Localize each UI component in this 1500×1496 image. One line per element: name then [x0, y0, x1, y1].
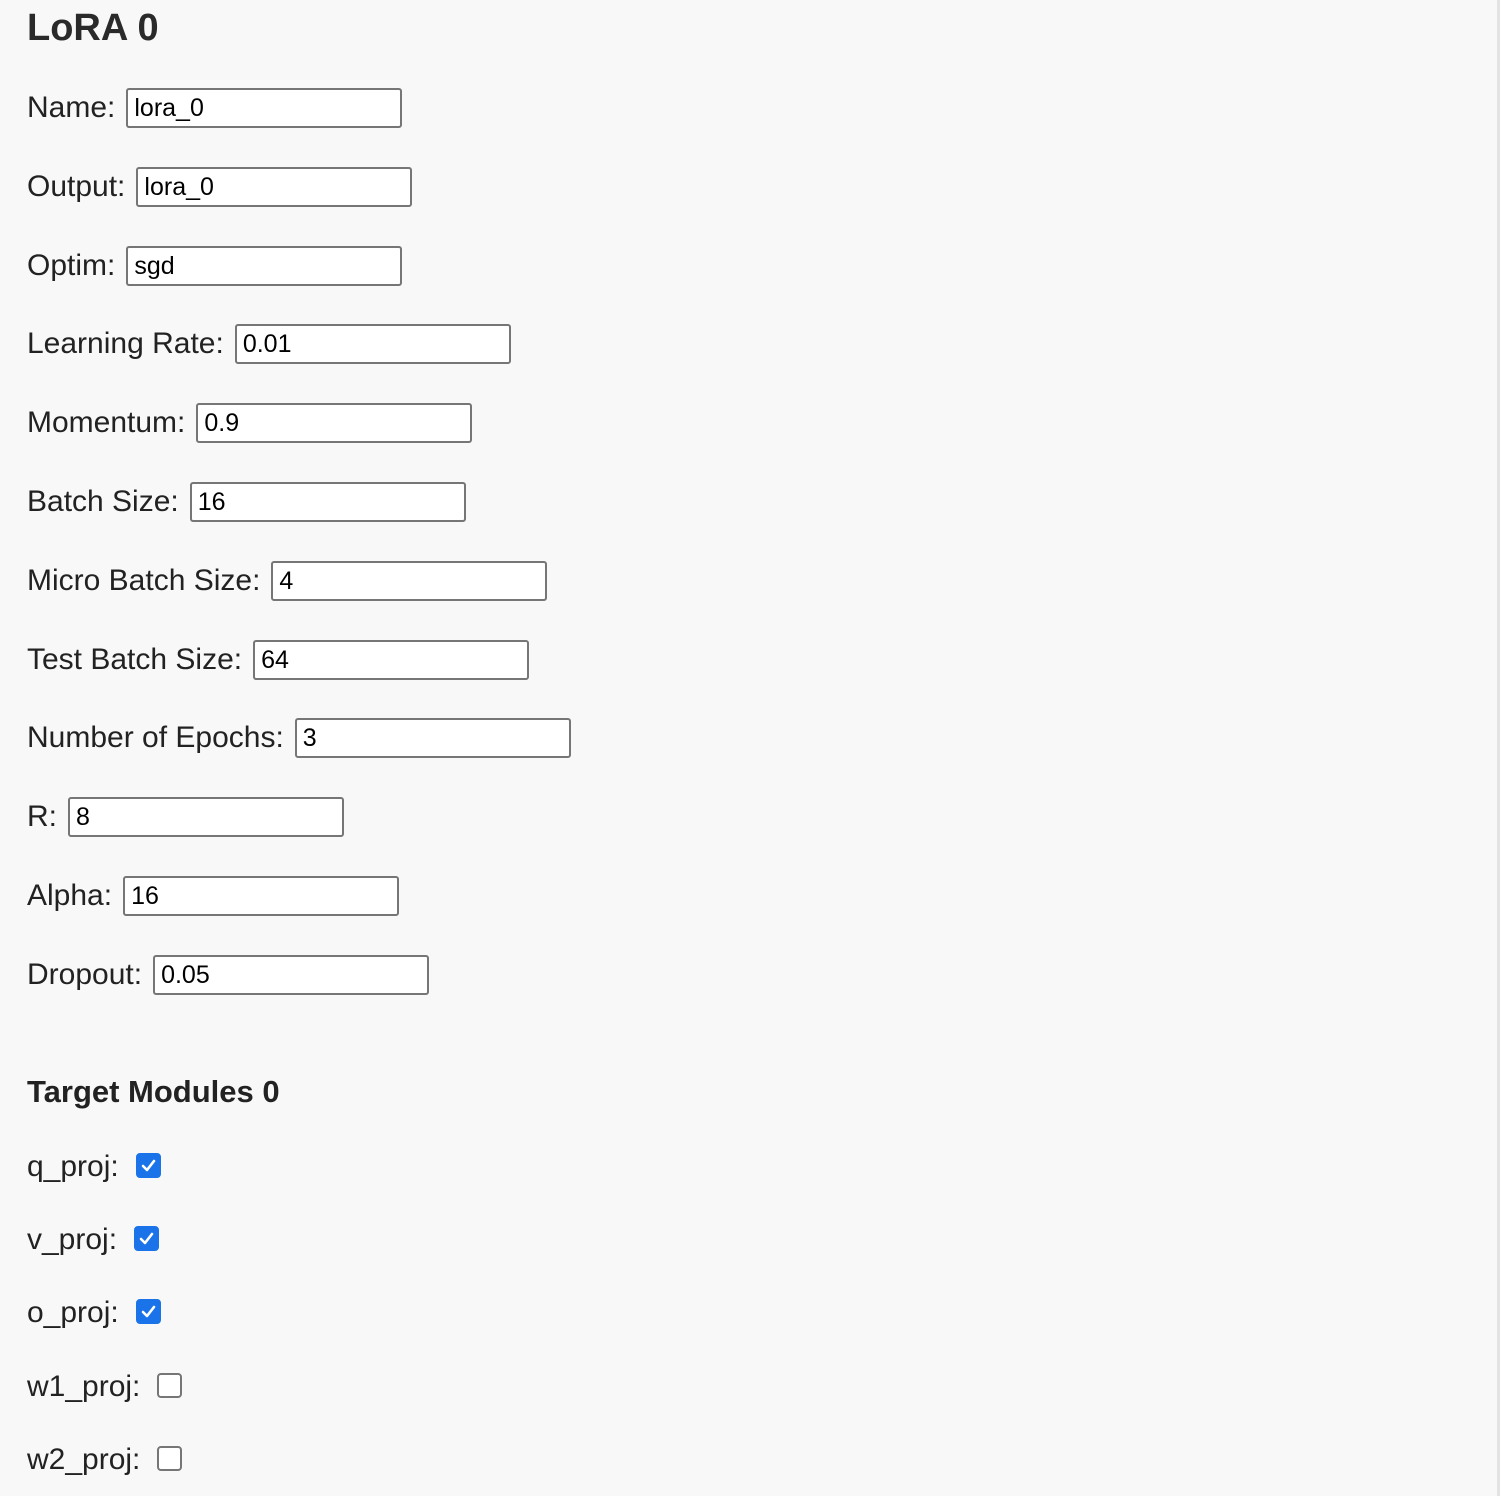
field-number-of-epochs: Number of Epochs: [27, 718, 571, 758]
momentum-input[interactable] [196, 403, 473, 443]
field-alpha: Alpha: [27, 876, 400, 916]
batch-size-input[interactable] [189, 482, 466, 522]
checkmark-icon [141, 1305, 156, 1317]
field-output: Output: [27, 167, 413, 207]
r-input[interactable] [68, 797, 344, 837]
module-row-w1-proj: w1_proj: [27, 1367, 183, 1407]
optim-input[interactable] [126, 246, 403, 286]
module-row-w2-proj: w2_proj: [27, 1440, 183, 1480]
output-label: Output: [27, 170, 126, 203]
test-batch-size-label: Test Batch Size: [27, 643, 243, 676]
field-momentum: Momentum: [27, 403, 473, 443]
output-input[interactable] [136, 167, 413, 207]
name-label: Name: [27, 91, 116, 124]
dropout-input[interactable] [153, 955, 430, 995]
learning-rate-input[interactable] [234, 324, 511, 364]
checkmark-icon [139, 1232, 154, 1244]
lora-title: LoRA 0 [27, 7, 159, 49]
field-dropout: Dropout: [27, 955, 430, 995]
field-micro-batch-size: Micro Batch Size: [27, 561, 548, 601]
module-row-q-proj: q_proj: [27, 1147, 161, 1187]
batch-size-label: Batch Size: [27, 485, 179, 518]
micro-batch-size-label: Micro Batch Size: [27, 564, 261, 597]
learning-rate-label: Learning Rate: [27, 327, 224, 360]
alpha-label: Alpha: [27, 879, 113, 912]
q-proj-checkbox[interactable] [135, 1152, 161, 1178]
alpha-input[interactable] [123, 876, 400, 916]
number-of-epochs-label: Number of Epochs: [27, 721, 284, 754]
micro-batch-size-input[interactable] [271, 561, 548, 601]
field-r: R: [27, 797, 344, 837]
target-modules-title: Target Modules 0 [27, 1074, 280, 1109]
field-optim: Optim: [27, 246, 403, 286]
number-of-epochs-input[interactable] [294, 718, 571, 758]
w2-proj-label: w2_proj: [27, 1443, 141, 1476]
r-label: R: [27, 800, 57, 833]
dropout-label: Dropout: [27, 958, 143, 991]
v-proj-checkbox[interactable] [134, 1225, 160, 1251]
w1-proj-checkbox[interactable] [157, 1372, 183, 1398]
w1-proj-label: w1_proj: [27, 1370, 141, 1403]
module-row-v-proj: v_proj: [27, 1220, 160, 1260]
q-proj-label: q_proj: [27, 1150, 119, 1183]
module-row-o-proj: o_proj: [27, 1293, 161, 1333]
field-batch-size: Batch Size: [27, 482, 466, 522]
field-name: Name: [27, 88, 403, 128]
checkmark-icon [141, 1159, 156, 1171]
w2-proj-checkbox[interactable] [157, 1445, 183, 1471]
optim-label: Optim: [27, 249, 116, 282]
test-batch-size-input[interactable] [253, 640, 530, 680]
o-proj-label: o_proj: [27, 1296, 119, 1329]
v-proj-label: v_proj: [27, 1223, 118, 1256]
momentum-label: Momentum: [27, 406, 186, 439]
field-test-batch-size: Test Batch Size: [27, 640, 530, 680]
o-proj-checkbox[interactable] [135, 1298, 161, 1324]
field-learning-rate: Learning Rate: [27, 324, 511, 364]
name-input[interactable] [126, 88, 403, 128]
